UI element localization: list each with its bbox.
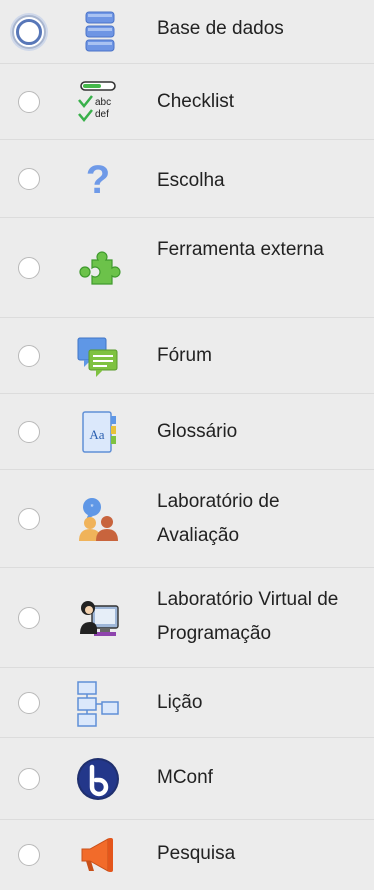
activity-option-laboratorio-virtual-de-programacao[interactable]: Laboratório Virtual de Programação — [0, 568, 374, 668]
activity-label: Glossário — [157, 421, 238, 442]
activity-label: Base de dados — [157, 18, 284, 39]
radio-button[interactable] — [12, 15, 46, 49]
activity-option-licao[interactable]: Lição — [0, 668, 374, 738]
activity-option-forum[interactable]: Fórum — [0, 318, 374, 394]
svg-text:abc: abc — [95, 97, 111, 108]
activity-label: MConf — [157, 767, 213, 788]
radio-button[interactable] — [18, 257, 40, 279]
radio-button[interactable] — [18, 692, 40, 714]
activity-option-glossario[interactable]: Aa Glossário — [0, 394, 374, 470]
puzzle-piece-icon — [74, 244, 122, 292]
checklist-icon: abc def — [74, 78, 122, 126]
activity-option-escolha[interactable]: ? Escolha — [0, 140, 374, 218]
flowchart-icon — [74, 679, 122, 727]
radio-button[interactable] — [18, 91, 40, 113]
database-icon — [74, 8, 122, 56]
activity-option-mconf[interactable]: MConf — [0, 738, 374, 820]
megaphone-icon — [74, 831, 122, 879]
question-mark-icon: ? — [74, 155, 122, 203]
activity-option-ferramenta-externa[interactable]: Ferramenta externa — [0, 218, 374, 318]
radio-button[interactable] — [18, 508, 40, 530]
activity-label: Fórum — [157, 345, 212, 366]
activity-label: Laboratório de Avaliação — [157, 491, 280, 546]
svg-text:def: def — [95, 109, 109, 120]
activity-label: Pesquisa — [157, 843, 236, 864]
radio-button[interactable] — [18, 768, 40, 790]
mconf-logo-icon — [74, 755, 122, 803]
people-speech-icon: ” — [74, 495, 122, 543]
activity-label: Laboratório Virtual de Programação — [157, 589, 339, 644]
computer-user-icon — [74, 594, 122, 642]
activity-option-pesquisa[interactable]: Pesquisa — [0, 820, 374, 890]
radio-button[interactable] — [18, 607, 40, 629]
svg-text:”: ” — [91, 503, 94, 513]
glossary-book-icon: Aa — [74, 408, 122, 456]
radio-button[interactable] — [18, 844, 40, 866]
radio-button[interactable] — [18, 345, 40, 367]
activity-label: Ferramenta externa — [157, 239, 324, 260]
radio-button[interactable] — [18, 168, 40, 190]
activity-option-base-de-dados[interactable]: Base de dados — [0, 0, 374, 64]
radio-button[interactable] — [18, 421, 40, 443]
svg-text:Aa: Aa — [89, 427, 104, 442]
activity-label: Checklist — [157, 91, 235, 112]
chat-bubbles-icon — [74, 332, 122, 380]
activity-option-laboratorio-de-avaliacao[interactable]: ” Laboratório de Avaliação — [0, 470, 374, 568]
svg-text:?: ? — [86, 158, 110, 202]
activity-option-checklist[interactable]: abc def Checklist — [0, 64, 374, 140]
activity-label: Escolha — [157, 170, 225, 191]
activity-label: Lição — [157, 692, 203, 713]
